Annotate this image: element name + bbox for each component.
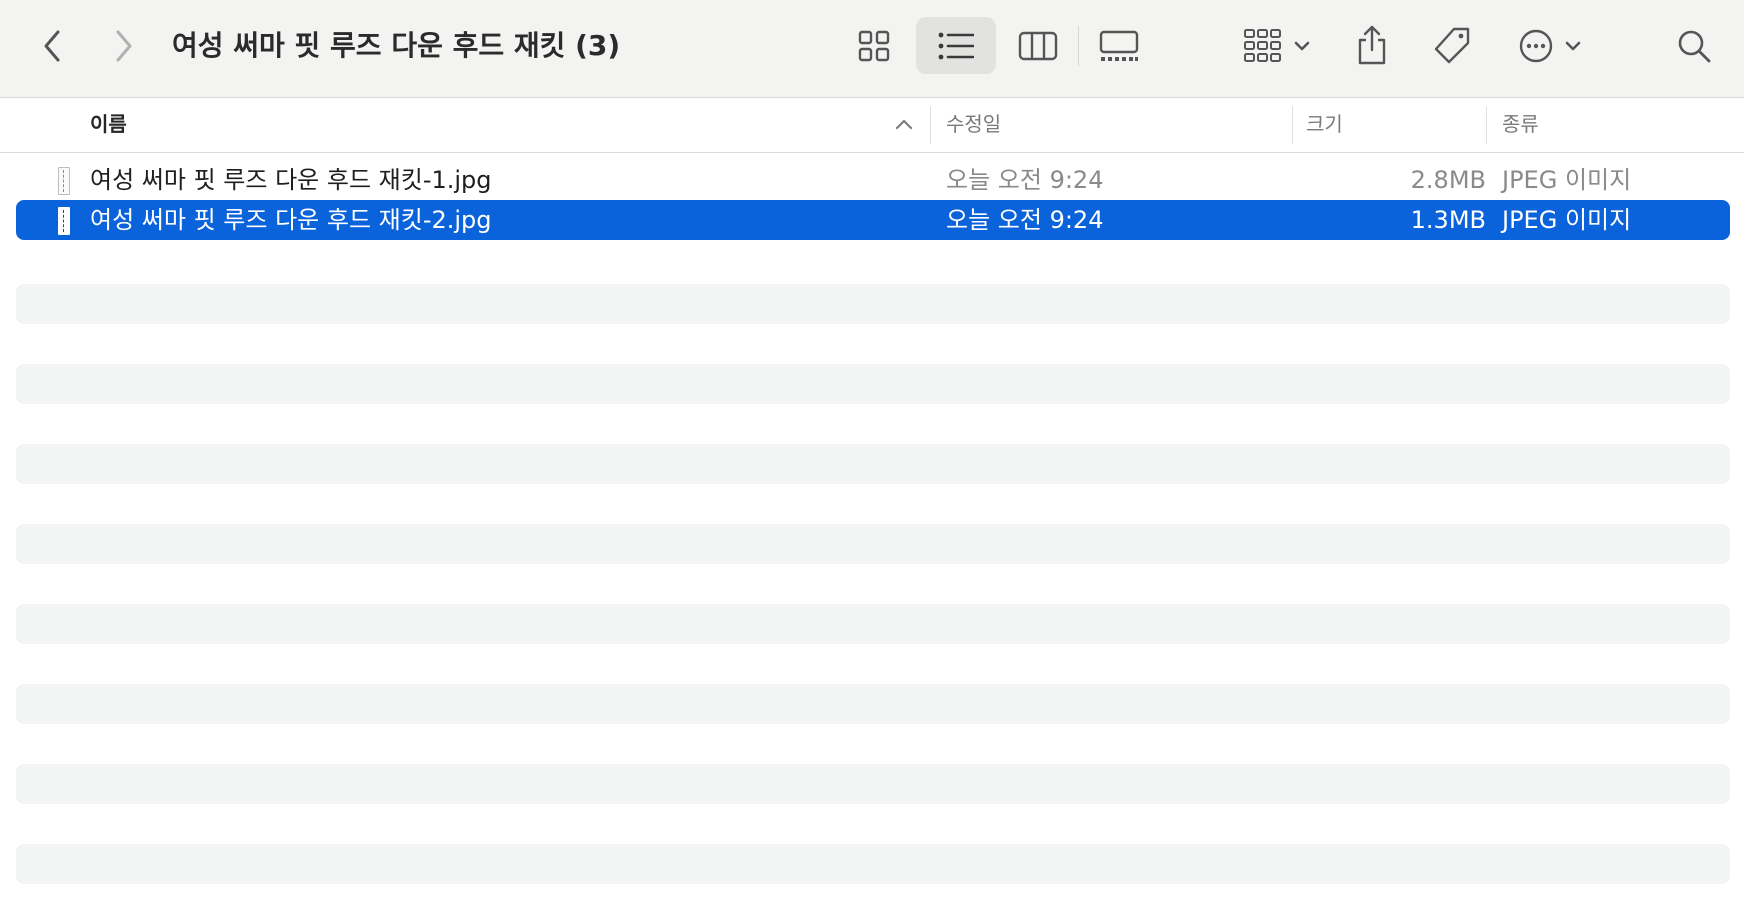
file-name: 여성 써마 핏 루즈 다운 후드 재킷-1.jpg [90, 166, 492, 194]
group-grid-icon [1244, 29, 1281, 62]
list-view-button[interactable] [916, 17, 996, 74]
column-divider[interactable] [930, 106, 931, 144]
empty-list-area[interactable] [0, 284, 1744, 924]
column-size-header[interactable]: 크기 [1306, 99, 1486, 153]
share-button[interactable] [1352, 20, 1392, 70]
file-size: 2.8MB [1410, 166, 1486, 194]
toolbar-separator [1078, 26, 1079, 66]
column-header: 이름 수정일 크기 종류 [0, 99, 1744, 153]
column-kind-header[interactable]: 종류 [1502, 99, 1742, 153]
file-row-selected[interactable]: 여성 써마 핏 루즈 다운 후드 재킷-2.jpg 오늘 오전 9:24 1.3… [16, 200, 1730, 240]
empty-row-stripe [16, 444, 1730, 484]
column-divider[interactable] [1292, 106, 1293, 144]
gallery-icon [1099, 30, 1139, 61]
search-icon [1678, 30, 1711, 63]
column-divider[interactable] [1486, 106, 1487, 144]
forward-button[interactable] [102, 24, 146, 68]
file-size: 1.3MB [1410, 206, 1486, 234]
ellipsis-circle-icon [1519, 29, 1553, 63]
empty-row-stripe [16, 604, 1730, 644]
group-button[interactable] [1238, 22, 1316, 70]
empty-row-stripe [16, 764, 1730, 804]
icon-view-button[interactable] [852, 25, 896, 67]
tag-button[interactable] [1430, 22, 1474, 70]
column-view-button[interactable] [1016, 25, 1060, 67]
empty-row-stripe [16, 844, 1730, 884]
toolbar: 여성 써마 핏 루즈 다운 후드 재킷 (3) [0, 0, 1744, 98]
chevron-left-icon [44, 30, 60, 62]
empty-row-stripe [16, 284, 1730, 324]
search-button[interactable] [1672, 22, 1716, 70]
tag-icon [1434, 27, 1470, 64]
chevron-down-icon [1294, 41, 1310, 51]
chevron-right-icon [116, 30, 132, 62]
action-menu-button[interactable] [1514, 22, 1586, 70]
share-icon [1358, 25, 1386, 65]
file-kind: JPEG 이미지 [1502, 206, 1632, 234]
empty-row-stripe [16, 524, 1730, 564]
window-title: 여성 써마 핏 루즈 다운 후드 재킷 (3) [172, 29, 621, 62]
empty-row-stripe [16, 684, 1730, 724]
chevron-down-icon [1565, 41, 1581, 51]
jpeg-file-icon [58, 207, 70, 235]
file-row[interactable]: 여성 써마 핏 루즈 다운 후드 재킷-1.jpg 오늘 오전 9:24 2.8… [16, 160, 1730, 200]
column-date-header[interactable]: 수정일 [946, 99, 1286, 153]
jpeg-file-icon [58, 167, 70, 195]
empty-row-stripe [16, 364, 1730, 404]
sort-ascending-icon[interactable] [894, 115, 914, 135]
file-list: 여성 써마 핏 루즈 다운 후드 재킷-1.jpg 오늘 오전 9:24 2.8… [0, 160, 1744, 240]
columns-icon [1018, 31, 1058, 61]
file-modified-date: 오늘 오전 9:24 [946, 206, 1104, 234]
back-button[interactable] [30, 24, 74, 68]
file-kind: JPEG 이미지 [1502, 166, 1632, 194]
file-name: 여성 써마 핏 루즈 다운 후드 재킷-2.jpg [90, 206, 492, 234]
gallery-view-button[interactable] [1096, 25, 1142, 67]
list-icon [938, 32, 974, 59]
file-modified-date: 오늘 오전 9:24 [946, 166, 1104, 194]
column-name-header[interactable]: 이름 [90, 99, 930, 153]
grid-icon [858, 30, 890, 62]
